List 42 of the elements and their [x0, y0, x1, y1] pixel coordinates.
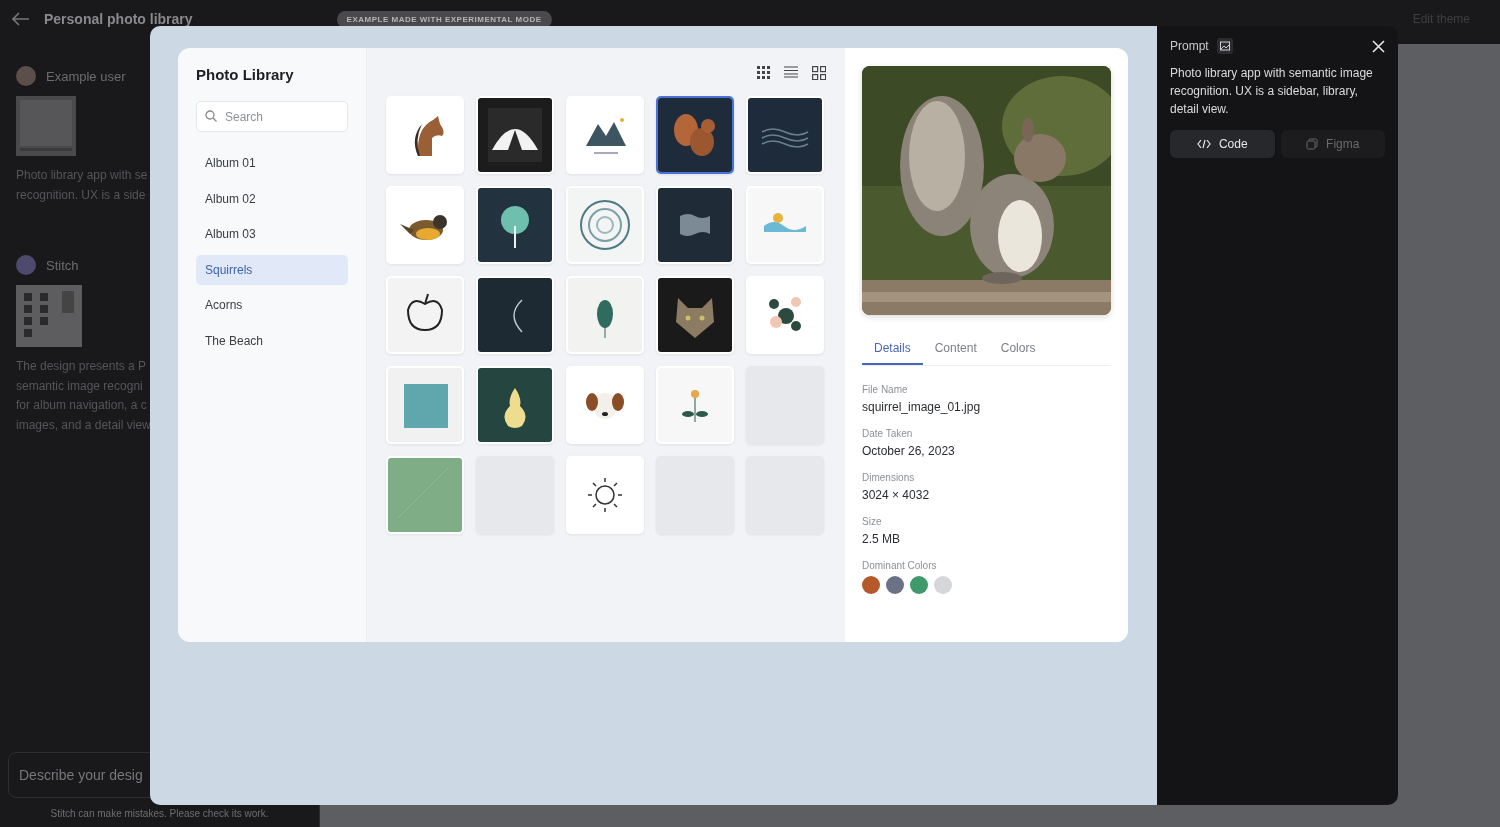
album-item[interactable]: Album 01 — [196, 148, 348, 178]
back-icon[interactable] — [12, 12, 30, 26]
code-button[interactable]: Code — [1170, 130, 1275, 158]
disclaimer-text: Stitch can make mistakes. Please check its work. — [49, 808, 270, 819]
message-text: The design presents a P semantic image recogni for album navigation, a c images, and a detail view — [16, 358, 150, 434]
prompt-text: Photo library app with semantic image recognition. UX is a sidebar, library, detail view. — [1170, 65, 1374, 118]
list-view-icon[interactable] — [784, 66, 798, 78]
field-value: 3024 × 4032 — [862, 488, 931, 502]
detail-tab[interactable]: Content — [922, 335, 989, 365]
image-icon — [1216, 38, 1233, 54]
field-label: Date Taken — [862, 428, 914, 439]
author-name: Stitch — [46, 257, 79, 273]
album-item[interactable]: Squirrels — [196, 254, 348, 285]
field-label: File Name — [862, 384, 909, 395]
close-button[interactable] — [1372, 39, 1385, 53]
author-name: Example user — [46, 68, 126, 84]
design-thumbnail-icon — [16, 285, 82, 347]
app-title: Photo Library — [196, 66, 295, 83]
design-thumbnail-icon — [16, 96, 76, 156]
code-icon — [1196, 139, 1211, 149]
detail-tab[interactable]: Colors — [988, 335, 1048, 365]
field-value: squirrel_image_01.jpg — [862, 400, 982, 414]
search-field[interactable]: Search — [196, 101, 348, 132]
copy-icon — [1306, 138, 1319, 150]
message-text: Photo library app with se recognition. UX is a side — [16, 167, 149, 204]
tile-view-icon[interactable] — [812, 66, 826, 80]
album-item[interactable]: The Beach — [196, 325, 348, 356]
field-label: Dominant Colors — [862, 560, 938, 571]
field-label: Size — [862, 516, 883, 527]
avatar-icon — [16, 255, 36, 275]
search-icon — [205, 110, 217, 122]
album-item[interactable]: Acorns — [196, 290, 348, 321]
field-label: Dimensions — [862, 472, 916, 483]
album-item[interactable]: Album 02 — [196, 183, 348, 214]
project-title: Personal photo library — [44, 11, 193, 27]
field-value: October 26, 2023 — [862, 444, 956, 458]
panel-title: Prompt — [1170, 39, 1209, 53]
album-item[interactable]: Album 03 — [196, 219, 348, 250]
field-value: 2.5 MB — [862, 532, 901, 546]
avatar-icon — [16, 66, 36, 86]
grid-view-icon[interactable] — [757, 66, 770, 79]
detail-tab[interactable]: Details — [862, 335, 923, 365]
